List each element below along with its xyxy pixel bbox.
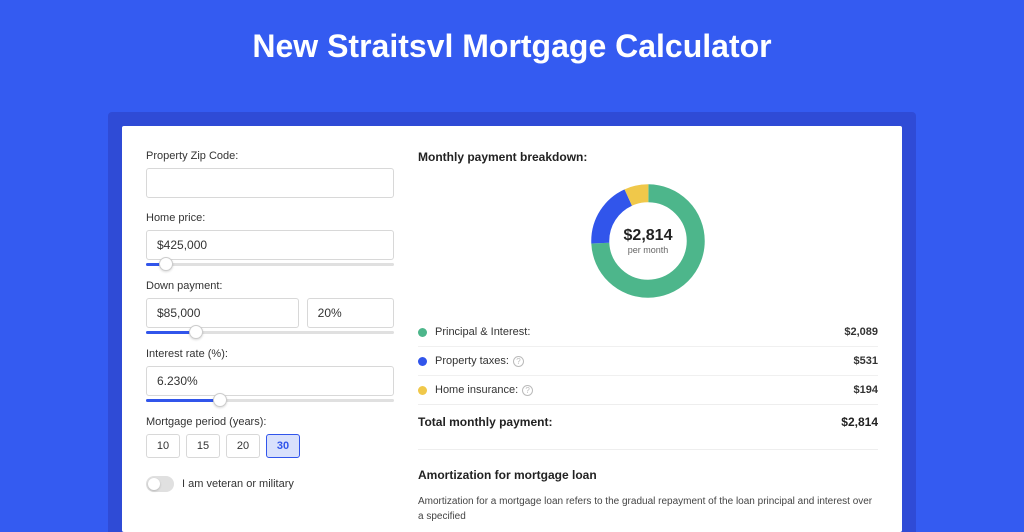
period-option-10[interactable]: 10 [146,434,180,458]
period-option-30[interactable]: 30 [266,434,300,458]
value-principal: $2,089 [844,326,878,338]
label-taxes: Property taxes: [435,355,509,367]
period-label: Mortgage period (years): [146,416,394,428]
period-field: Mortgage period (years): 10 15 20 30 [146,416,394,458]
page-title: New Straitsvl Mortgage Calculator [0,0,1024,83]
calculator-card-frame: Property Zip Code: Home price: Down paym… [108,112,916,532]
period-option-15[interactable]: 15 [186,434,220,458]
line-principal: Principal & Interest: $2,089 [418,318,878,346]
down-payment-input[interactable] [146,298,299,328]
veteran-toggle[interactable] [146,476,174,492]
total-row: Total monthly payment: $2,814 [418,404,878,439]
amortization-title: Amortization for mortgage loan [418,468,878,482]
breakdown-list: Principal & Interest: $2,089 Property ta… [418,318,878,404]
donut-amount: $2,814 [624,227,673,245]
home-price-input[interactable] [146,230,394,260]
home-price-field: Home price: [146,212,394,266]
donut-chart: $2,814 per month [585,178,711,304]
value-taxes: $531 [854,355,878,367]
veteran-label: I am veteran or military [182,478,294,490]
breakdown-title: Monthly payment breakdown: [418,150,878,164]
label-principal: Principal & Interest: [435,326,530,338]
period-options: 10 15 20 30 [146,434,394,458]
breakdown-panel: Monthly payment breakdown: $2,814 per mo… [418,150,878,532]
interest-field: Interest rate (%): [146,348,394,402]
period-option-20[interactable]: 20 [226,434,260,458]
interest-slider[interactable] [146,399,394,402]
home-price-slider[interactable] [146,263,394,266]
line-insurance: Home insurance: ? $194 [418,375,878,404]
info-icon[interactable]: ? [522,385,533,396]
down-payment-field: Down payment: [146,280,394,334]
down-payment-pct-input[interactable] [307,298,394,328]
calculator-card: Property Zip Code: Home price: Down paym… [122,126,902,532]
total-label: Total monthly payment: [418,415,841,429]
zip-label: Property Zip Code: [146,150,394,162]
donut-chart-wrap: $2,814 per month [418,178,878,304]
interest-slider-fill [146,399,220,402]
zip-input[interactable] [146,168,394,198]
interest-slider-thumb[interactable] [213,393,227,407]
line-taxes: Property taxes: ? $531 [418,346,878,375]
total-value: $2,814 [841,415,878,429]
interest-label: Interest rate (%): [146,348,394,360]
dot-insurance [418,386,427,395]
donut-center: $2,814 per month [624,227,673,255]
down-payment-slider[interactable] [146,331,394,334]
home-price-slider-thumb[interactable] [159,257,173,271]
label-insurance: Home insurance: [435,384,518,396]
home-price-label: Home price: [146,212,394,224]
interest-input[interactable] [146,366,394,396]
amortization-section: Amortization for mortgage loan Amortizat… [418,449,878,524]
dot-taxes [418,357,427,366]
info-icon[interactable]: ? [513,356,524,367]
dot-principal [418,328,427,337]
down-payment-slider-thumb[interactable] [189,325,203,339]
zip-field: Property Zip Code: [146,150,394,198]
amortization-text: Amortization for a mortgage loan refers … [418,494,878,524]
form-panel: Property Zip Code: Home price: Down paym… [146,150,394,532]
veteran-row: I am veteran or military [146,476,394,492]
donut-sub: per month [624,245,673,255]
value-insurance: $194 [854,384,878,396]
down-payment-label: Down payment: [146,280,394,292]
